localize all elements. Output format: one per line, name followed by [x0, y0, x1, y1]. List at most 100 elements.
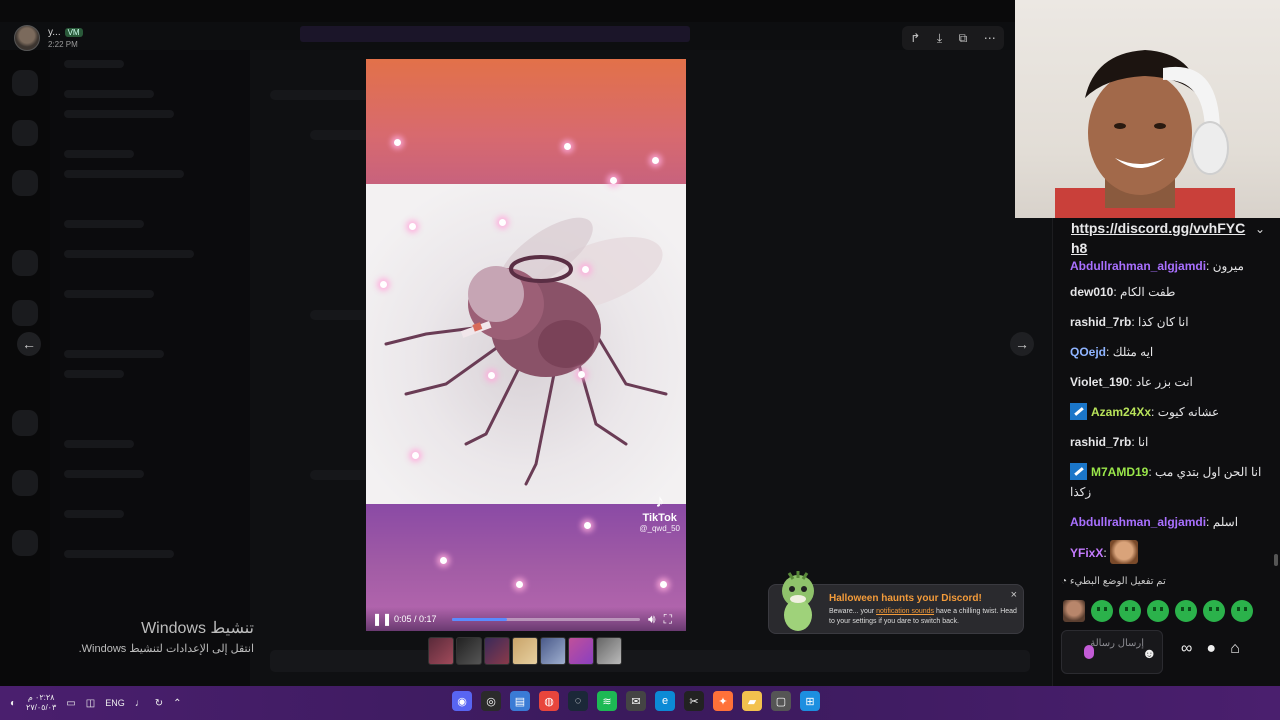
obs-icon[interactable]: ◎ [481, 691, 501, 711]
battery-icon[interactable]: ▭ [66, 698, 75, 709]
capcut-icon[interactable]: ✂ [684, 691, 704, 711]
emote-green[interactable] [1231, 600, 1253, 622]
halloween-toast[interactable]: Halloween haunts your Discord! Beware...… [768, 571, 1024, 634]
chat-username[interactable]: Violet_190 [1070, 375, 1129, 389]
forward-icon[interactable]: ↱ [910, 31, 920, 45]
discord-titlebar [0, 0, 1052, 22]
sparkle [660, 581, 667, 588]
chat-message: rashid_7rb: انا كان كذا [1070, 312, 1270, 332]
sparkle [380, 281, 387, 288]
chat-username[interactable]: Azam24Xx [1091, 405, 1151, 419]
chat-username[interactable]: dew010 [1070, 285, 1113, 299]
chat-message: dew010: طفت الكام [1070, 282, 1270, 302]
previous-arrow-button[interactable]: ← [17, 332, 41, 356]
chat-text: انا الحن اول بتدي مب [1155, 465, 1262, 479]
mail-icon[interactable]: ✉ [626, 691, 646, 711]
dots-icon[interactable]: ● [1206, 640, 1216, 658]
edge-icon[interactable]: e [655, 691, 675, 711]
chat-scrollbar[interactable] [1274, 554, 1278, 566]
chat-username[interactable]: Abdullrahman_algjamdi [1070, 515, 1206, 529]
windows-start-icon[interactable]: ⊞ [800, 691, 820, 711]
notepad-icon[interactable]: ▤ [510, 691, 530, 711]
sparkle [578, 371, 585, 378]
chat-username[interactable]: Abdullrahman_algjamdi [1070, 259, 1206, 273]
channel-row [64, 470, 144, 478]
thumbnail[interactable] [484, 637, 510, 665]
channel-row [64, 370, 124, 378]
thumbnail[interactable] [456, 637, 482, 665]
volume-icon[interactable]: 🔊︎ [648, 612, 656, 627]
taskbar-apps: ◉ ◎ ▤ ◍ ◌ ≋ ✉ e ✂ ✦ ▰ ▢ ⊞ [452, 691, 820, 715]
thumbnail[interactable] [428, 637, 454, 665]
more-icon[interactable]: ⋯ [984, 31, 996, 45]
sync-icon[interactable]: ↻ [155, 698, 163, 709]
store-icon[interactable]: ⌂ [1230, 640, 1240, 658]
network-icon[interactable]: ◫ [86, 698, 95, 709]
sparkle [440, 557, 447, 564]
server-icon [12, 250, 38, 276]
chat-username[interactable]: rashid_7rb [1070, 315, 1131, 329]
server-icon [12, 170, 38, 196]
emote-avatar[interactable] [1063, 600, 1085, 622]
spotify-icon[interactable]: ≋ [597, 691, 617, 711]
steam-icon[interactable]: ◌ [568, 691, 588, 711]
infinity-icon[interactable]: ∞ [1181, 640, 1192, 658]
sparkle [394, 139, 401, 146]
thumbnail[interactable] [512, 637, 538, 665]
thumbnail[interactable] [568, 637, 594, 665]
stream-chat: https://discord.gg/vvhFYCh8 ⌄ Abdullrahm… [1052, 218, 1280, 686]
chat-username[interactable]: M7AMD19 [1091, 465, 1148, 479]
emote-green[interactable] [1203, 600, 1225, 622]
message-input-backdrop [270, 650, 1030, 672]
chat-username[interactable]: rashid_7rb [1070, 435, 1131, 449]
tiktok-watermark: ♪ TikTok @_qwd_50 [639, 491, 680, 533]
thumbnail[interactable] [596, 637, 622, 665]
channel-row [64, 60, 124, 68]
chat-message: YFixX: [1070, 540, 1270, 564]
channel-row [64, 220, 144, 228]
video-player[interactable]: ♪ TikTok @_qwd_50 [366, 59, 686, 631]
channel-list [50, 50, 250, 686]
toast-body: Beware... your notification sounds have … [829, 607, 1019, 627]
chat-username[interactable]: YFixX [1070, 546, 1103, 560]
emote-green[interactable] [1147, 600, 1169, 622]
pinned-link[interactable]: https://discord.gg/vvhFYCh8 [1071, 218, 1251, 258]
notification-sounds-link[interactable]: notification sounds [876, 608, 934, 615]
chevron-up-icon[interactable]: ⌃ [173, 698, 181, 709]
chrome-icon[interactable]: ◍ [539, 691, 559, 711]
chat-username[interactable]: QOejd [1070, 345, 1106, 359]
notification-icon[interactable]: ◐ [10, 698, 16, 709]
discord-icon[interactable]: ◉ [452, 691, 472, 711]
window-icon[interactable]: ▢ [771, 691, 791, 711]
thumbnail[interactable] [540, 637, 566, 665]
clock[interactable]: ٠٢:٢٨ م ٢٧/٠٥/٠٣ [26, 693, 56, 713]
channel-row [64, 170, 184, 178]
chat-input[interactable]: إرسال رسالة ☻ [1061, 630, 1163, 674]
download-icon[interactable]: ⤓ [937, 31, 942, 46]
smile-icon[interactable]: ☻ [1142, 645, 1157, 661]
mic-tray-icon[interactable]: ♩ [135, 698, 145, 709]
emote-green[interactable] [1175, 600, 1197, 622]
user-card[interactable]: y... VM 2:22 PM [14, 24, 83, 52]
language-indicator[interactable]: ENG [105, 698, 125, 708]
pause-icon[interactable]: ❚❚ [372, 612, 392, 626]
chat-separator: : [1206, 259, 1213, 273]
emote-green[interactable] [1091, 600, 1113, 622]
channel-row [64, 150, 134, 158]
next-arrow-button[interactable]: → [1010, 332, 1034, 356]
pinned-message[interactable]: https://discord.gg/vvhFYCh8 ⌄ [1053, 218, 1280, 260]
sparkle [584, 522, 591, 529]
video-progress-bar[interactable] [452, 617, 640, 621]
emote-green[interactable] [1119, 600, 1141, 622]
moderator-badge-icon [1070, 403, 1087, 420]
explorer-icon[interactable]: ▰ [742, 691, 762, 711]
activate-subtitle: انتقل إلى الإعدادات لتنشيط Windows. [78, 643, 254, 655]
fullscreen-icon[interactable]: ⛶ [664, 612, 672, 627]
firefox-icon[interactable]: ✦ [713, 691, 733, 711]
close-icon[interactable]: × [1011, 589, 1017, 601]
chevron-down-icon[interactable]: ⌄ [1255, 222, 1265, 236]
open-external-icon[interactable]: ⧉ [959, 31, 968, 46]
media-thumbnails [428, 637, 622, 665]
chat-message: rashid_7rb: انا [1070, 432, 1270, 452]
channel-row [64, 90, 154, 98]
